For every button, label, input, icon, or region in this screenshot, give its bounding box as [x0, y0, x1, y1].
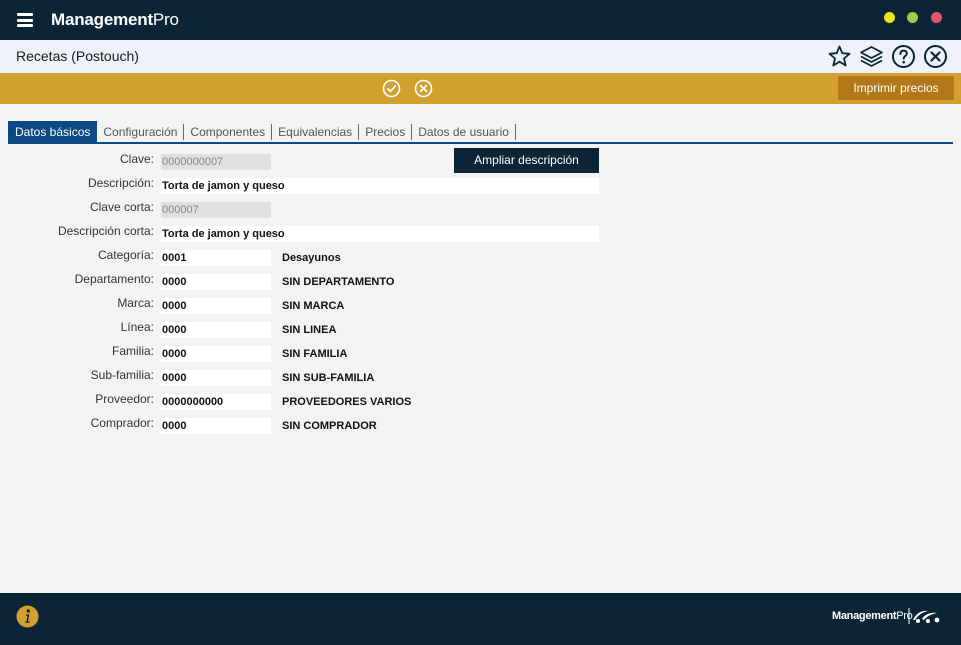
maximize-button[interactable]	[907, 12, 918, 23]
categoria-code-field[interactable]: 0001	[161, 250, 271, 266]
layers-icon[interactable]	[859, 44, 884, 69]
tab-bar: Datos básicos Configuración Componentes …	[8, 121, 516, 143]
familia-code-field[interactable]: 0000	[161, 346, 271, 362]
proveedor-code-field[interactable]: 0000000000	[161, 394, 271, 410]
marca-name: SIN MARCA	[282, 300, 345, 312]
proveedor-label: Proveedor:	[95, 392, 154, 406]
tab-equivalencias[interactable]: Equivalencias	[272, 124, 360, 140]
tab-precios[interactable]: Precios	[359, 124, 413, 140]
check-circle-icon[interactable]	[382, 79, 401, 98]
minimize-button[interactable]	[884, 12, 895, 23]
tab-configuracion[interactable]: Configuración	[97, 124, 185, 140]
tab-datos-de-usuario[interactable]: Datos de usuario	[412, 124, 516, 140]
comprador-code-field[interactable]: 0000	[161, 418, 271, 434]
departamento-label: Departamento:	[74, 272, 154, 286]
hamburger-icon[interactable]	[17, 13, 33, 27]
help-icon[interactable]	[891, 44, 916, 69]
descripcion-label: Descripción:	[87, 176, 154, 190]
familia-label: Familia:	[111, 344, 154, 358]
categoria-name: Desayunos	[282, 252, 341, 264]
tab-datos-basicos[interactable]: Datos básicos	[8, 121, 98, 143]
x-circle-icon[interactable]	[414, 79, 433, 98]
clave-corta-field[interactable]: 000007	[161, 202, 271, 218]
print-prices-button[interactable]: Imprimir precios	[838, 76, 954, 100]
descripcion-field[interactable]: Torta de jamon y queso	[161, 178, 599, 194]
departamento-name: SIN DEPARTAMENTO	[282, 276, 395, 288]
subfamilia-name: SIN SUB-FAMILIA	[282, 372, 375, 384]
page-title: Recetas (Postouch)	[16, 48, 139, 64]
info-icon[interactable]	[16, 605, 39, 628]
categoria-label: Categoría:	[97, 248, 154, 262]
descripcion-corta-field[interactable]: Torta de jamon y queso	[161, 226, 599, 242]
linea-label: Línea:	[120, 320, 154, 334]
app-brand: ManagementPro	[51, 10, 179, 29]
clave-label: Clave:	[119, 152, 154, 166]
star-icon[interactable]	[827, 44, 852, 69]
comprador-label: Comprador:	[90, 416, 154, 430]
tab-underline	[8, 142, 953, 144]
proveedor-name: PROVEEDORES VARIOS	[282, 396, 412, 408]
tab-componentes[interactable]: Componentes	[184, 124, 273, 140]
clave-corta-label: Clave corta:	[89, 200, 154, 214]
footer-brand: ManagementPro	[832, 610, 913, 622]
clave-field[interactable]: 0000000007	[161, 154, 271, 170]
title-bar: ManagementPro	[0, 0, 961, 40]
close-icon[interactable]	[923, 44, 948, 69]
page-header: Recetas (Postouch)	[0, 40, 961, 73]
window-close-button[interactable]	[931, 12, 942, 23]
footer: ManagementPro	[0, 593, 961, 645]
ampliar-descripcion-button[interactable]: Ampliar descripción	[454, 148, 599, 173]
subfamilia-code-field[interactable]: 0000	[161, 370, 271, 386]
marca-label: Marca:	[117, 296, 154, 310]
action-bar: Imprimir precios	[0, 73, 961, 104]
linea-code-field[interactable]: 0000	[161, 322, 271, 338]
brand-logo-icon	[908, 606, 942, 626]
linea-name: SIN LINEA	[282, 324, 337, 336]
familia-name: SIN FAMILIA	[282, 348, 348, 360]
marca-code-field[interactable]: 0000	[161, 298, 271, 314]
comprador-name: SIN COMPRADOR	[282, 420, 377, 432]
subfamilia-label: Sub-familia:	[90, 368, 154, 382]
departamento-code-field[interactable]: 0000	[161, 274, 271, 290]
descripcion-corta-label: Descripción corta:	[57, 224, 154, 238]
